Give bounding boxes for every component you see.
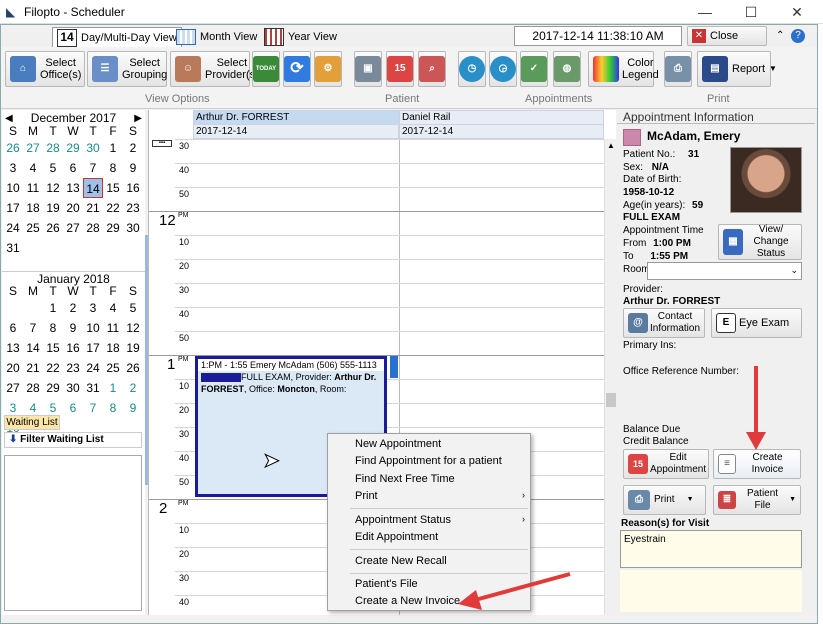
annotation-arrows	[458, 366, 766, 610]
arrow-to-create-invoice	[746, 366, 766, 450]
arrow-to-menu-invoice	[458, 572, 571, 610]
